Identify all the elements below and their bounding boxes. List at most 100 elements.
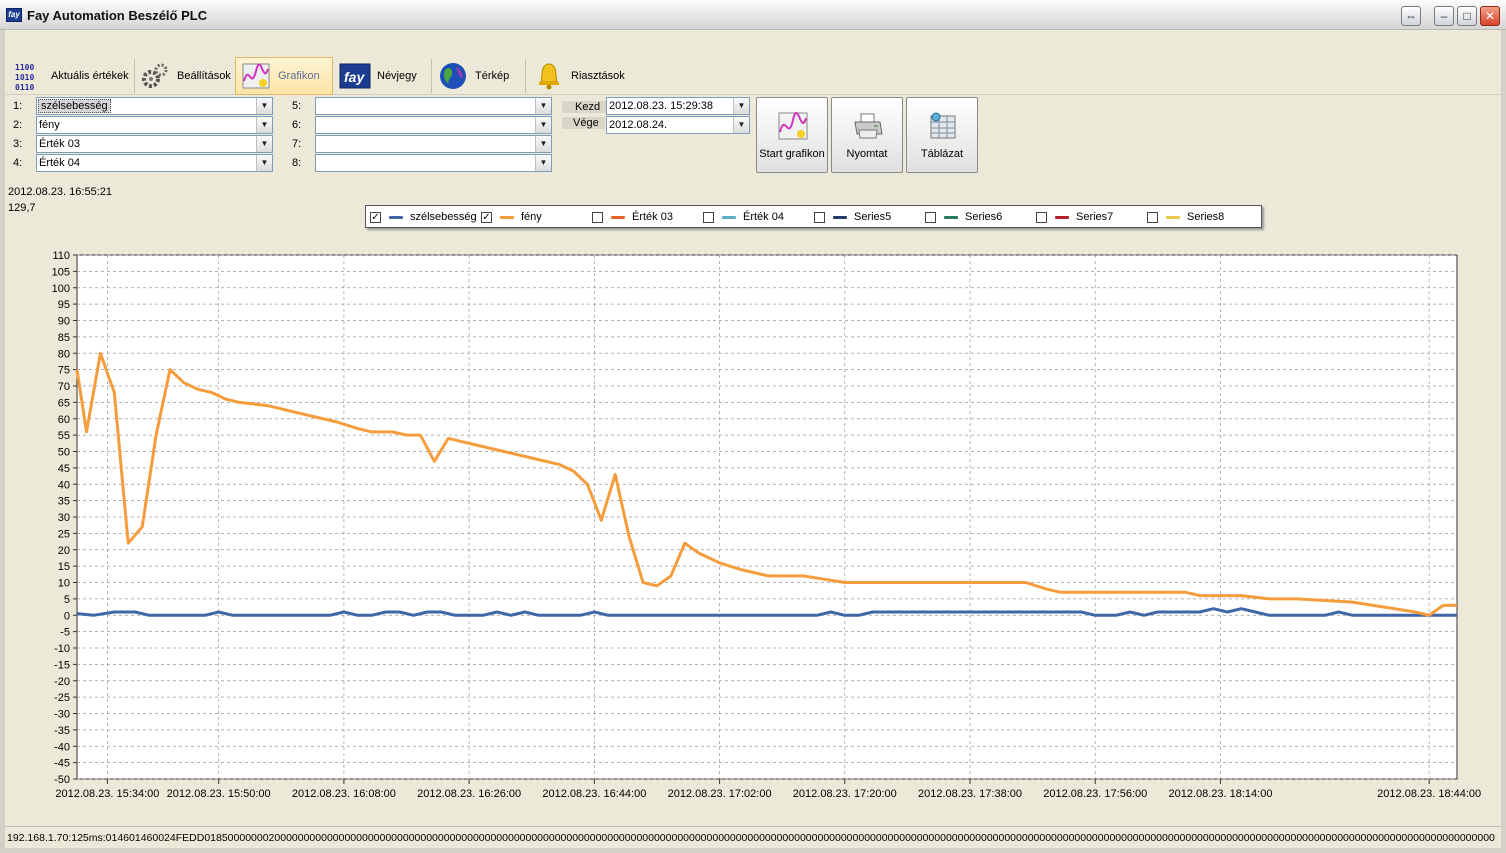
resize-toggle-button[interactable]: ⇔	[1401, 6, 1421, 26]
y-tick-label: -20	[54, 676, 70, 688]
y-tick-label: 60	[58, 414, 70, 426]
line-chart[interactable]: -50-45-40-35-30-25-20-15-10-505101520253…	[0, 240, 1506, 810]
legend-swatch	[1166, 215, 1180, 219]
x-tick-label: 2012.08.23. 17:02:00	[668, 788, 772, 800]
legend-item[interactable]: Series7	[1036, 209, 1113, 225]
y-tick-label: 40	[58, 479, 70, 491]
cursor-time: 2012.08.23. 16:55:21	[8, 186, 112, 198]
tab-terkep[interactable]: Térkép	[433, 57, 521, 95]
end-date-picker[interactable]: 2012.08.24. ▼	[606, 116, 750, 134]
legend-swatch	[944, 215, 958, 219]
checkbox[interactable]	[814, 211, 825, 223]
print-button[interactable]: Nyomtat	[831, 97, 903, 173]
tab-beallitasok[interactable]: Beállítások	[135, 57, 231, 95]
status-bar: 192.168.1.70:125ms:014601460024FEDD01850…	[5, 826, 1501, 846]
legend-item[interactable]: ✓ fény	[481, 209, 542, 225]
y-tick-label: 15	[58, 561, 70, 573]
x-tick-label: 2012.08.23. 17:20:00	[793, 788, 897, 800]
legend-item[interactable]: Series5	[814, 209, 891, 225]
x-tick-label: 2012.08.23. 15:50:00	[167, 788, 271, 800]
checkbox[interactable]	[1147, 211, 1158, 223]
y-tick-label: 75	[58, 365, 70, 377]
tab-nevjegy[interactable]: fay Névjegy	[335, 57, 427, 95]
button-label: Táblázat	[920, 148, 964, 160]
chevron-down-icon[interactable]: ▼	[535, 155, 551, 171]
chevron-down-icon[interactable]: ▼	[733, 98, 749, 114]
start-date-picker[interactable]: 2012.08.23. 15:29:38 ▼	[606, 97, 750, 115]
select-value: Érték 03	[39, 138, 80, 150]
chart-icon	[240, 60, 272, 92]
series-select-4[interactable]: Érték 04 ▼	[36, 154, 273, 172]
svg-text:fay: fay	[344, 69, 365, 85]
chevron-down-icon[interactable]: ▼	[256, 136, 272, 152]
series-select-1[interactable]: szélsebesség ▼	[36, 97, 273, 115]
svg-text:1010: 1010	[15, 73, 34, 82]
tab-riasztasok[interactable]: Riasztások	[529, 57, 639, 95]
legend-item[interactable]: Érték 03	[592, 209, 673, 225]
legend-item[interactable]: Érték 04	[703, 209, 784, 225]
chevron-down-icon[interactable]: ▼	[256, 98, 272, 114]
printer-icon	[852, 110, 884, 142]
table-button[interactable]: Táblázat	[906, 97, 978, 173]
checkbox[interactable]: ✓	[370, 211, 381, 223]
bell-icon	[533, 60, 565, 92]
y-tick-label: 45	[58, 463, 70, 475]
checkbox[interactable]	[703, 211, 714, 223]
legend-item[interactable]: Series6	[925, 209, 1002, 225]
checkbox[interactable]	[925, 211, 936, 223]
end-date-label: Vége	[562, 117, 605, 129]
y-tick-label: 20	[58, 545, 70, 557]
tab-label: Aktuális értékek	[51, 70, 129, 82]
close-button[interactable]: ✕	[1480, 6, 1500, 26]
date-value: 2012.08.23. 15:29:38	[609, 100, 713, 112]
y-tick-label: -25	[54, 692, 70, 704]
legend-swatch	[722, 215, 736, 219]
legend-label: Series6	[965, 211, 1003, 223]
y-tick-label: 30	[58, 512, 70, 524]
legend-label: Series7	[1076, 211, 1114, 223]
chevron-down-icon[interactable]: ▼	[535, 136, 551, 152]
tab-aktualis-ertekek[interactable]: 1100 1010 0110 Aktuális értékek	[9, 57, 133, 95]
y-tick-label: -35	[54, 725, 70, 737]
minimize-button[interactable]: –	[1434, 6, 1454, 26]
button-label: Nyomtat	[846, 148, 888, 160]
checkbox[interactable]	[592, 211, 603, 223]
legend-swatch	[611, 215, 625, 219]
checkbox[interactable]	[1036, 211, 1047, 223]
chevron-down-icon[interactable]: ▼	[256, 117, 272, 133]
legend-item[interactable]: Series8	[1147, 209, 1224, 225]
series-select-7[interactable]: ▼	[315, 135, 552, 153]
y-tick-label: -15	[54, 659, 70, 671]
series-select-3[interactable]: Érték 03 ▼	[36, 135, 273, 153]
y-tick-label: -5	[60, 627, 70, 639]
x-tick-label: 2012.08.23. 17:38:00	[918, 788, 1022, 800]
x-tick-label: 2012.08.23. 16:44:00	[542, 788, 646, 800]
x-tick-label: 2012.08.23. 18:14:00	[1168, 788, 1272, 800]
gears-icon	[139, 60, 171, 92]
chevron-down-icon[interactable]: ▼	[535, 117, 551, 133]
chevron-down-icon[interactable]: ▼	[733, 117, 749, 133]
y-tick-label: 50	[58, 447, 70, 459]
maximize-button[interactable]: □	[1457, 6, 1477, 26]
tab-label: Névjegy	[377, 70, 417, 82]
series-select-6[interactable]: ▼	[315, 116, 552, 134]
y-tick-label: 0	[64, 610, 70, 622]
legend-label: Series5	[854, 211, 892, 223]
fay-logo-icon: fay	[6, 8, 22, 22]
series-select-2[interactable]: fény ▼	[36, 116, 273, 134]
legend-label: fény	[521, 211, 542, 223]
tab-grafikon[interactable]: Grafikon	[235, 57, 333, 95]
selector-label: 1:	[13, 100, 23, 112]
chevron-down-icon[interactable]: ▼	[535, 98, 551, 114]
series-select-8[interactable]: ▼	[315, 154, 552, 172]
checkbox[interactable]: ✓	[481, 211, 492, 223]
select-value: szélsebesség	[38, 99, 111, 113]
start-chart-button[interactable]: Start grafikon	[756, 97, 828, 173]
y-tick-label: 65	[58, 397, 70, 409]
chevron-down-icon[interactable]: ▼	[256, 155, 272, 171]
legend-swatch	[500, 215, 514, 219]
y-tick-label: 85	[58, 332, 70, 344]
globe-icon	[437, 60, 469, 92]
series-select-5[interactable]: ▼	[315, 97, 552, 115]
legend-item[interactable]: ✓ szélsebesség	[370, 209, 477, 225]
